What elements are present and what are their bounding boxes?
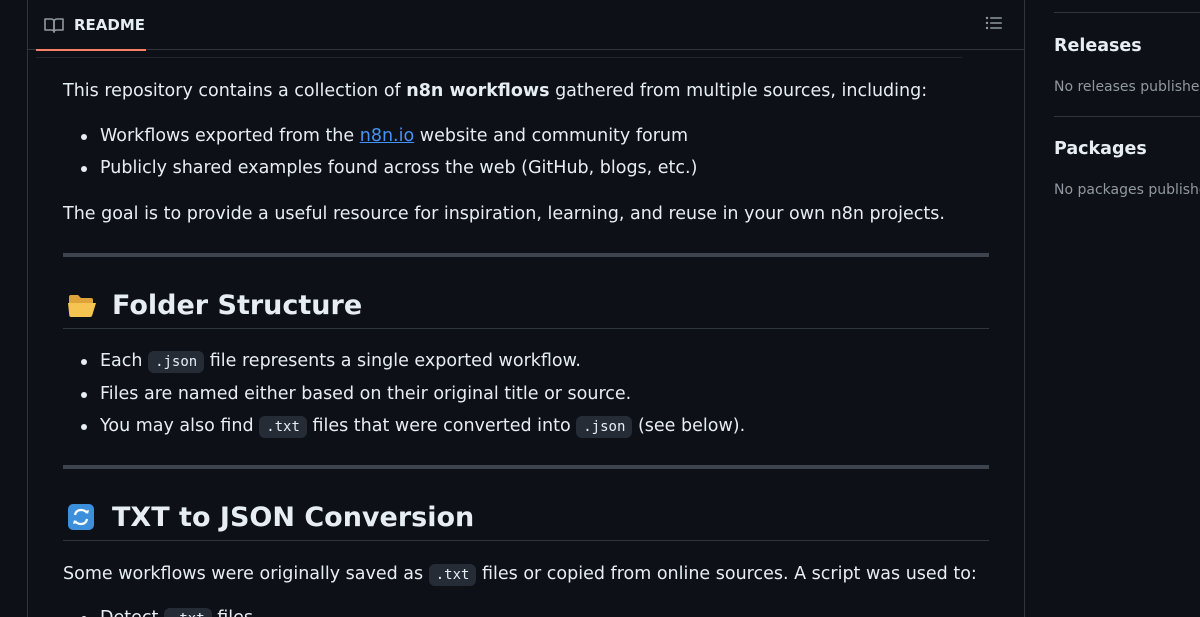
list-item-text-end: (see below). (632, 416, 746, 436)
folder-structure-title: Folder Structure (112, 289, 363, 321)
intro-paragraph: This repository contains a collection of… (63, 78, 993, 104)
github-repo-page: README This repository contains a collec… (0, 0, 1200, 617)
packages-empty-text: No packages published (1054, 182, 1200, 198)
inline-code: .txt (163, 608, 212, 617)
table-of-contents-button[interactable] (978, 10, 1010, 38)
section-divider (36, 57, 962, 58)
list-item-text: Each (100, 351, 149, 371)
list-item: Each .json file represents a single expo… (63, 348, 993, 375)
list-item-text: Publicly shared examples found across th… (100, 158, 698, 178)
open-folder-emoji (67, 291, 96, 319)
list-item-text: Workflows exported from the (100, 126, 360, 146)
list-item-text: Detect (100, 608, 158, 617)
n8n-link[interactable]: n8n.io (360, 126, 414, 146)
readme-header: README (28, 0, 1024, 51)
list-item-text: You may also find (100, 416, 260, 436)
active-tab-indicator (36, 49, 146, 51)
folder-list: Each .json file represents a single expo… (63, 348, 993, 440)
intro-text-end: gathered from multiple sources, includin… (549, 81, 928, 101)
inline-code: .json (576, 416, 633, 438)
inline-code: .txt (428, 564, 477, 586)
inline-code: .txt (259, 416, 307, 438)
releases-heading[interactable]: Releases (1054, 36, 1142, 56)
readme-tab-label: README (74, 16, 146, 34)
intro-text: Some workflows were originally saved as (63, 564, 429, 584)
list-item-text: Files are named either based on their or… (100, 384, 632, 404)
list-item: Publicly shared examples found across th… (63, 155, 993, 181)
arrows-cycle-emoji (67, 503, 95, 531)
conversion-title: TXT to JSON Conversion (112, 501, 475, 533)
conversion-intro: Some workflows were originally saved as … (63, 561, 993, 588)
readme-tab[interactable]: README (36, 0, 146, 51)
list-item-text-end: file represents a single exported workfl… (204, 351, 581, 371)
packages-heading[interactable]: Packages (1054, 139, 1147, 159)
list-item-text-end: files (212, 608, 253, 617)
goal-paragraph: The goal is to provide a useful resource… (63, 204, 945, 224)
sidebar-divider (1054, 12, 1200, 13)
list-item: Files are named either based on their or… (63, 381, 993, 407)
book-icon (44, 17, 66, 33)
list-item-text-end: website and community forum (414, 126, 689, 146)
intro-text-end: files or copied from online sources. A s… (476, 564, 977, 584)
conversion-list: Detect .txt files (63, 605, 993, 617)
conversion-heading: TXT to JSON Conversion (63, 494, 989, 541)
sources-list: Workflows exported from the n8n.io websi… (63, 123, 993, 181)
horizontal-rule (63, 253, 989, 257)
sidebar-divider (1054, 116, 1200, 117)
list-item: Detect .txt files (63, 605, 993, 617)
list-item: You may also find .txt files that were c… (63, 413, 993, 440)
inline-code: .json (148, 351, 205, 373)
list-item: Workflows exported from the n8n.io websi… (63, 123, 993, 149)
horizontal-rule (63, 465, 989, 469)
releases-empty-text: No releases published (1054, 79, 1200, 95)
intro-text: This repository contains a collection of (63, 81, 407, 101)
list-unordered-icon (985, 15, 1003, 34)
list-item-text-middle: files that were converted into (306, 416, 577, 436)
intro-bold: n8n workflows (406, 81, 550, 101)
folder-structure-heading: Folder Structure (63, 282, 989, 329)
